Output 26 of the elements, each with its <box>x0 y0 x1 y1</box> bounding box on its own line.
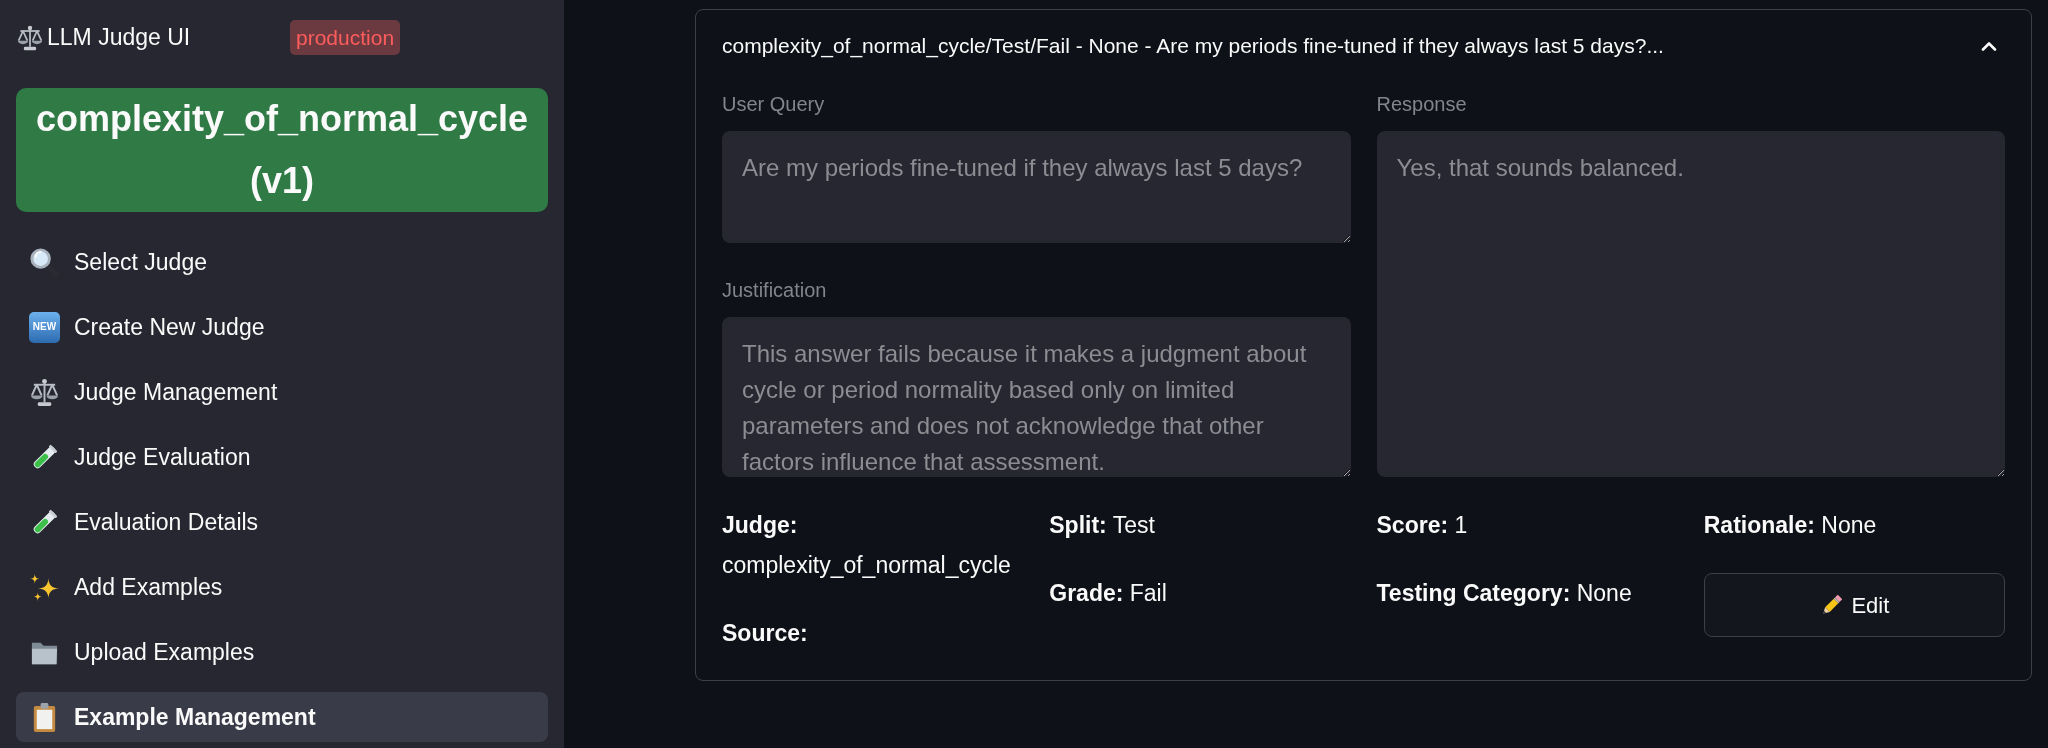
sidebar-nav-item[interactable]: Upload Examples <box>16 627 548 677</box>
field-label: User Query <box>722 92 826 116</box>
sidebar-nav-item[interactable]: Evaluation Details <box>16 497 548 547</box>
scales-icon <box>29 376 60 408</box>
edit-button[interactable]: Edit <box>1703 573 2005 637</box>
sidebar-nav-item[interactable]: Add Examples <box>16 562 548 612</box>
detail-text: Grade: Fail <box>1049 579 1168 608</box>
sidebar-nav-item[interactable]: Example Management <box>16 692 548 742</box>
sidebar-nav-item[interactable]: Judge Evaluation <box>16 432 548 482</box>
new-badge: NEW <box>29 311 60 343</box>
sidebar-nav-item[interactable]: NEW Create New Judge <box>16 302 548 352</box>
app-title: LLM Judge UI <box>47 23 191 53</box>
field-label: Response <box>1376 92 1468 116</box>
field-label: Justification <box>722 278 828 302</box>
detail-text: Source: <box>722 619 809 648</box>
sidebar-nav-item[interactable]: Select Judge <box>16 237 548 287</box>
detail-text: Rationale: None <box>1703 511 1878 540</box>
detail-text: Score: 1 <box>1376 511 1469 540</box>
scales-icon <box>16 23 44 52</box>
judge-banner: complexity_of_normal_cycle (v1) <box>16 88 548 212</box>
detail-text: Testing Category: None <box>1376 579 1633 608</box>
expander-header[interactable]: complexity_of_normal_cycle/Test/Fail - None - Are my periods fine-tuned if they always last 5 days?... <box>696 10 2031 82</box>
detail-text: Judge: complexity_of_normal_cycle <box>722 511 1012 580</box>
environment-badge: production <box>290 20 401 55</box>
sidebar-nav-item[interactable]: Judge Management <box>16 367 548 417</box>
detail-text: Split: Test <box>1049 511 1156 540</box>
